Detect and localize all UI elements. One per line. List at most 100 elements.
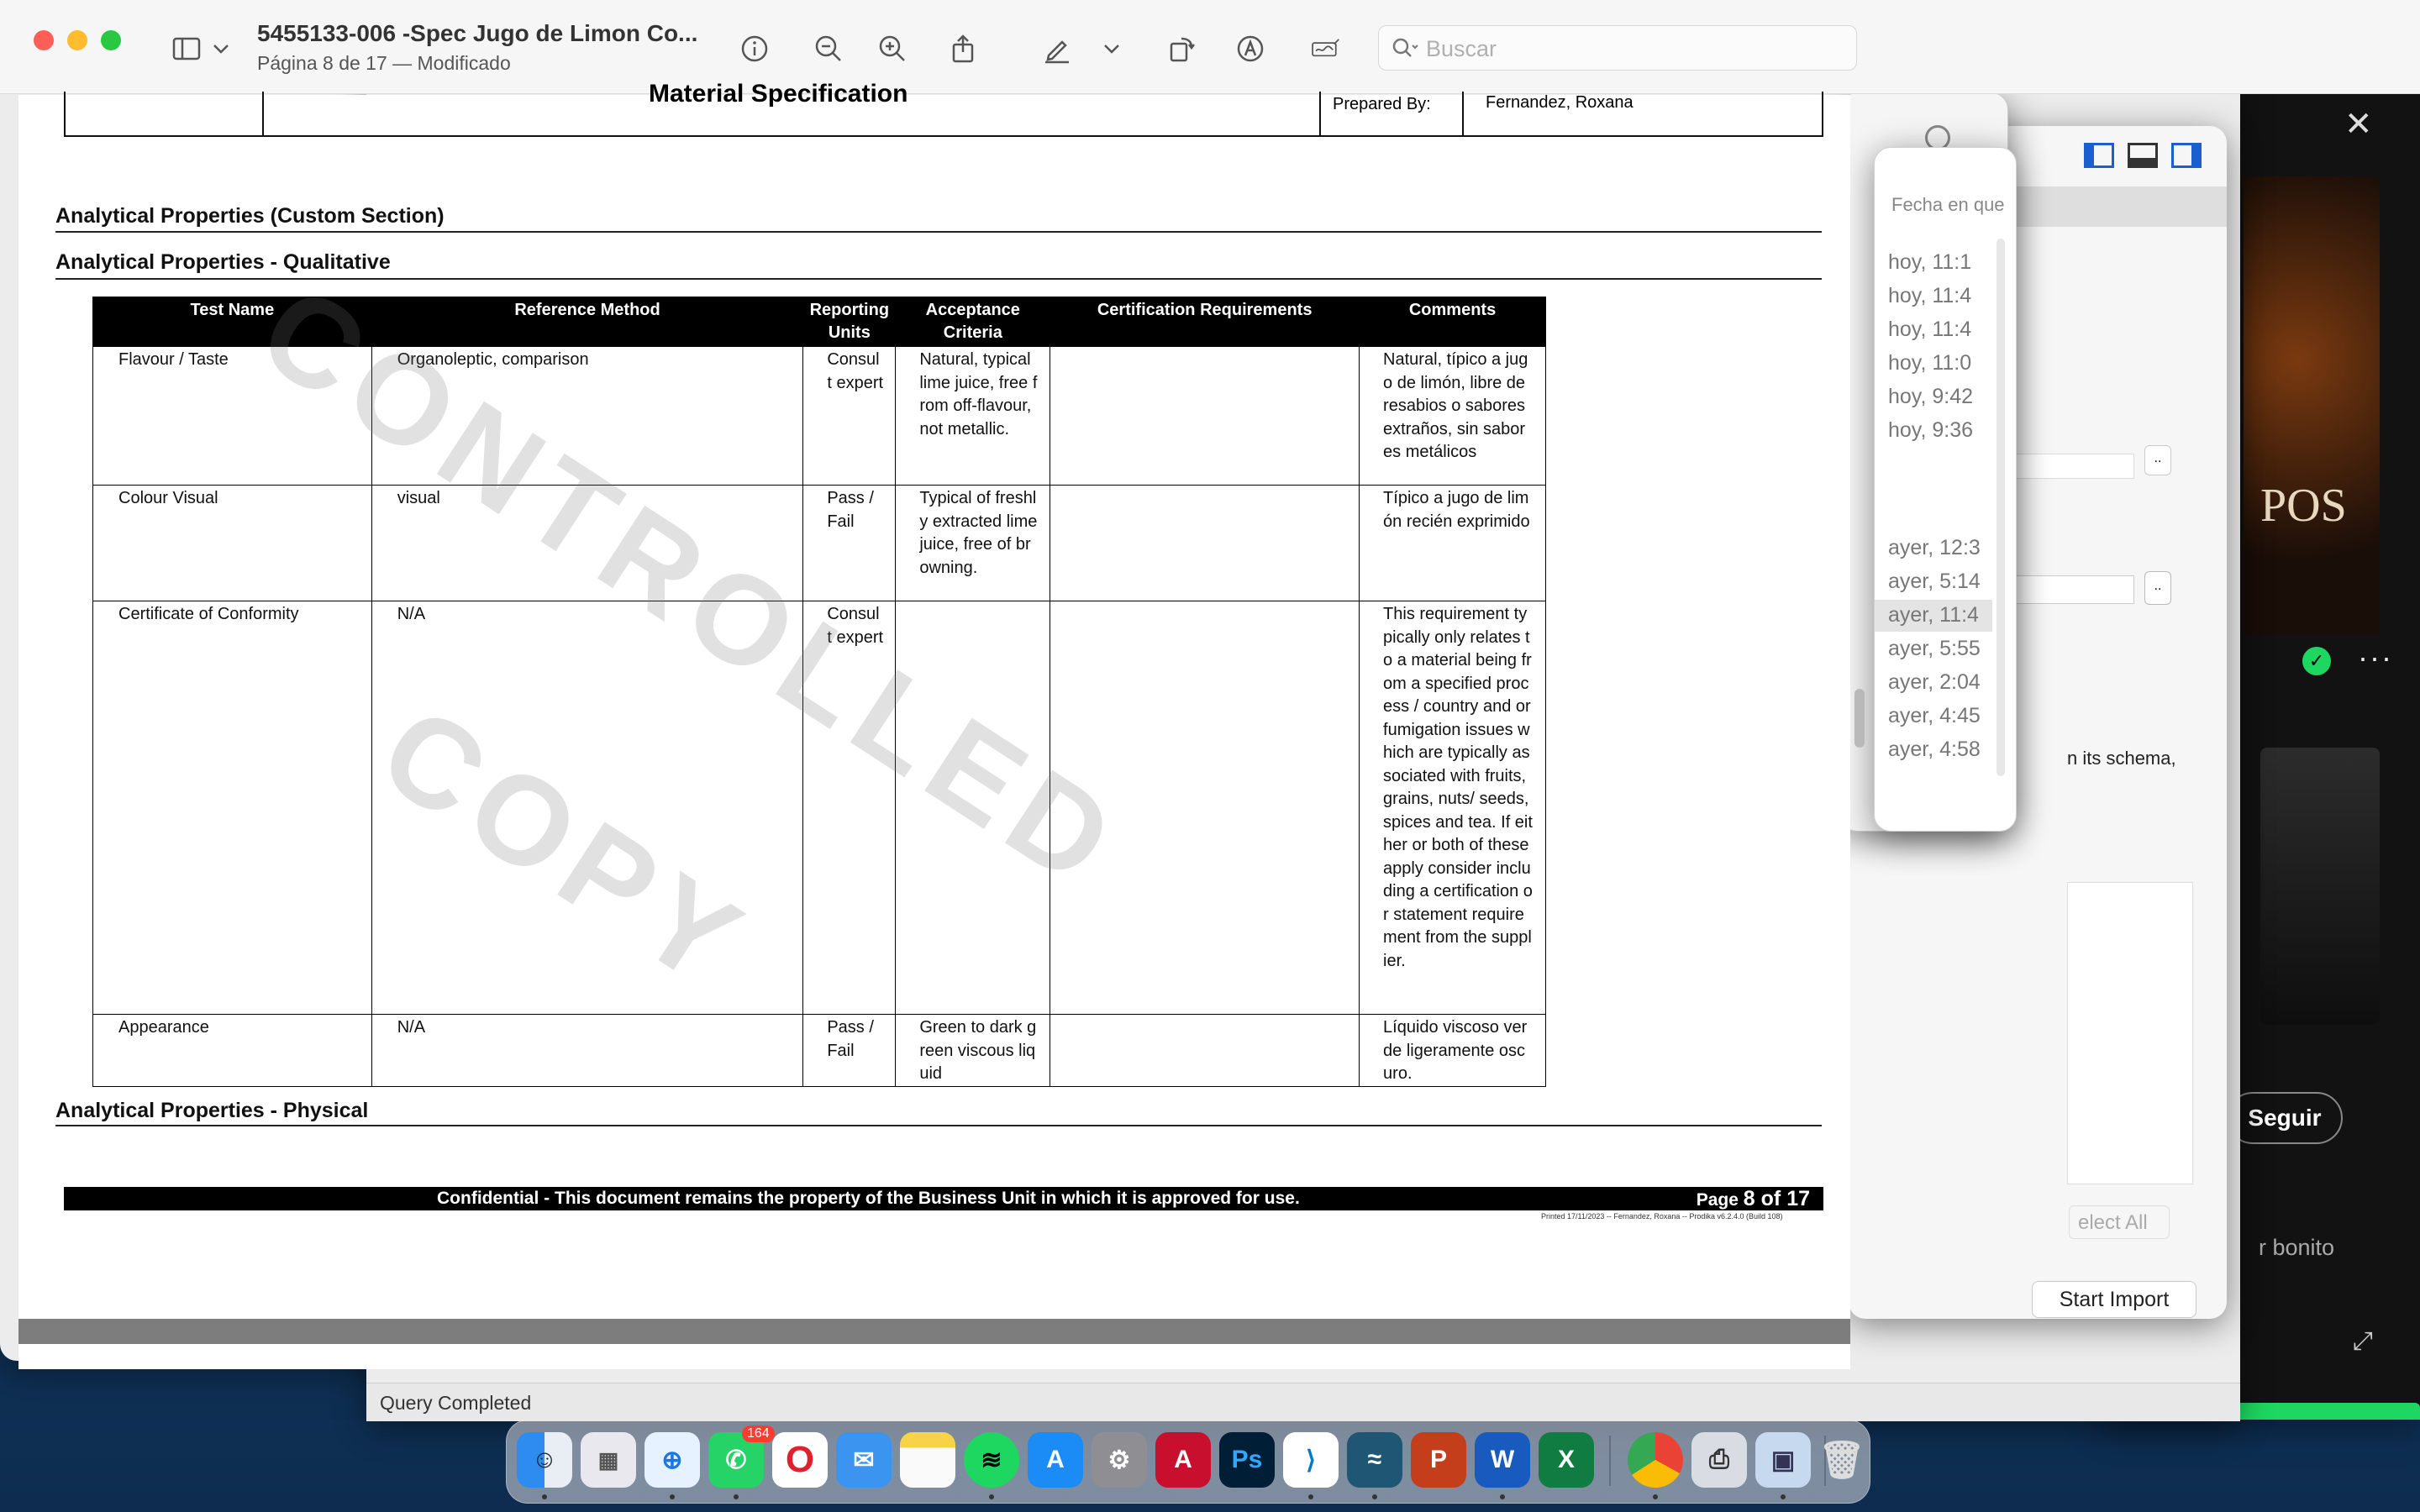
history-item[interactable]: hoy, 11:4 <box>1875 314 1992 346</box>
prepared-by-value: Fernandez, Roxana <box>1486 93 1634 112</box>
preview-app-icon[interactable]: ▣ <box>1755 1432 1811 1488</box>
col-comments: Comments <box>1359 297 1546 347</box>
cell-test: Certificate of Conformity <box>92 601 372 1015</box>
select-all-button[interactable]: elect All <box>2069 1205 2170 1239</box>
history-scrollbar[interactable] <box>1996 239 2005 776</box>
browse-button-1[interactable]: .. <box>2144 445 2171 475</box>
cell-units: Pass / Fail <box>802 1014 897 1087</box>
autocad-icon[interactable]: A <box>1155 1432 1211 1488</box>
col-certification: Certification Requirements <box>1050 297 1360 347</box>
zoom-button[interactable] <box>101 30 121 50</box>
app-store-icon[interactable]: A <box>1028 1432 1083 1488</box>
history-item[interactable]: ayer, 5:14 <box>1875 566 1992 598</box>
running-indicator <box>1653 1494 1658 1499</box>
info-icon[interactable] <box>738 32 771 66</box>
word-icon[interactable]: W <box>1475 1432 1530 1488</box>
history-item[interactable]: ayer, 2:04 <box>1875 667 1992 699</box>
col-acceptance-criteria: Acceptance Criteria <box>895 297 1051 347</box>
search-input[interactable] <box>1426 33 1846 65</box>
header-div-3 <box>1462 92 1464 135</box>
history-item[interactable]: ayer, 11:4 <box>1875 600 1992 632</box>
zoom-in-icon[interactable] <box>876 32 909 66</box>
cell-comments: Típico a jugo de limón recién exprimido <box>1359 485 1546 601</box>
chrome-icon[interactable] <box>1628 1432 1683 1488</box>
signature-icon[interactable] <box>1304 32 1348 66</box>
history-item[interactable]: hoy, 9:42 <box>1875 381 1992 413</box>
date-filter-field[interactable]: Fecha en que <box>1891 194 2005 216</box>
more-options-icon[interactable]: ··· <box>2358 640 2393 675</box>
close-button[interactable] <box>34 30 54 50</box>
schema-list[interactable] <box>2067 882 2193 1184</box>
annotate-icon[interactable] <box>1234 32 1267 66</box>
expand-icon[interactable]: ⤢ <box>2353 1327 2373 1356</box>
running-indicator <box>734 1494 739 1499</box>
close-icon[interactable]: ✕ <box>2344 105 2373 144</box>
footer-page-prefix: Page <box>1696 1190 1739 1210</box>
device-bar[interactable]: one <box>2210 1403 2420 1420</box>
history-item[interactable]: ayer, 12:3 <box>1875 533 1992 564</box>
powerpoint-icon[interactable]: P <box>1411 1432 1466 1488</box>
path-field-1[interactable] <box>2000 454 2134 479</box>
footer-page-num: 8 of 17 <box>1743 1187 1810 1210</box>
page-footer: Confidential - This document remains the… <box>64 1187 1823 1210</box>
finder-icon[interactable]: ☺ <box>517 1432 572 1488</box>
history-item[interactable]: hoy, 11:4 <box>1875 281 1992 312</box>
launchpad-icon[interactable]: ▦ <box>581 1432 636 1488</box>
minimize-button[interactable] <box>67 30 87 50</box>
status-text: Query Completed <box>380 1392 532 1414</box>
spotify-icon[interactable]: ≋ <box>964 1432 1019 1488</box>
album-art: POS <box>2244 176 2380 634</box>
status-bar: Query Completed <box>366 1383 2240 1421</box>
trash-icon[interactable]: 🗑 <box>1814 1432 1870 1488</box>
sidebar-icon[interactable] <box>170 32 203 66</box>
history-item[interactable]: ayer, 4:58 <box>1875 734 1992 766</box>
vertical-scrollbar[interactable] <box>1854 689 1865 748</box>
prepared-by-label: Prepared By: <box>1333 95 1431 113</box>
col-reporting-units: Reporting Units <box>802 297 897 347</box>
start-import-button[interactable]: Start Import <box>2032 1281 2196 1318</box>
dock: ☺ ▦ ⊕ ✆ 164 O ✉ ≋ A ⚙ A Ps ⟩ ≈ P W X ⎙ ▣… <box>506 1420 1870 1504</box>
photoshop-icon[interactable]: Ps <box>1219 1432 1275 1488</box>
dock-divider <box>1609 1436 1611 1486</box>
panel-layout-icons[interactable] <box>2084 143 2202 171</box>
document-subtitle: Página 8 de 17 — Modificado <box>257 52 511 74</box>
section-qualitative: Analytical Properties - Qualitative <box>55 250 391 274</box>
schema-text: n its schema, <box>2067 748 2176 769</box>
notes-icon[interactable] <box>900 1432 955 1488</box>
opera-icon[interactable]: O <box>772 1432 828 1488</box>
vscode-icon[interactable]: ⟩ <box>1283 1432 1339 1488</box>
table-row: Appearance N/A Pass / Fail Green to dark… <box>92 1014 1546 1087</box>
markup-pen-icon[interactable] <box>1040 32 1074 66</box>
safari-icon[interactable]: ⊕ <box>644 1432 700 1488</box>
verified-icon: ✓ <box>2302 647 2331 675</box>
history-item[interactable]: hoy, 11:0 <box>1875 348 1992 380</box>
share-icon[interactable] <box>946 32 980 66</box>
history-item[interactable]: ayer, 4:45 <box>1875 701 1992 732</box>
rotate-icon[interactable] <box>1165 32 1198 66</box>
bottom-panel-icon[interactable] <box>2128 143 2158 168</box>
cell-criteria: Green to dark green viscous liquid <box>895 1014 1051 1087</box>
left-panel-icon[interactable] <box>2084 143 2114 168</box>
path-field-2[interactable] <box>2000 575 2134 604</box>
zoom-out-icon[interactable] <box>812 32 845 66</box>
right-panel-icon[interactable] <box>2171 143 2202 168</box>
excel-icon[interactable]: X <box>1539 1432 1594 1488</box>
whatsapp-badge: 164 <box>742 1425 775 1442</box>
album-text: POS <box>2260 480 2347 532</box>
section-rule <box>55 231 1822 233</box>
mysql-workbench-icon[interactable]: ≈ <box>1347 1432 1402 1488</box>
printer-icon[interactable]: ⎙ <box>1691 1432 1747 1488</box>
search-field[interactable] <box>1378 25 1857 71</box>
header-div-2 <box>1319 92 1321 135</box>
follow-button[interactable]: Seguir <box>2227 1092 2343 1144</box>
history-item[interactable]: hoy, 9:36 <box>1875 415 1992 447</box>
cell-test: Appearance <box>92 1014 372 1087</box>
browse-button-2[interactable]: .. <box>2144 571 2171 605</box>
cell-method: N/A <box>371 1014 804 1087</box>
markup-chevron-icon[interactable] <box>1101 32 1123 66</box>
history-item[interactable]: hoy, 11:1 <box>1875 247 1992 279</box>
history-item[interactable]: ayer, 5:55 <box>1875 633 1992 665</box>
system-settings-icon[interactable]: ⚙ <box>1092 1432 1147 1488</box>
mail-icon[interactable]: ✉ <box>836 1432 892 1488</box>
chevron-down-icon[interactable] <box>210 32 232 66</box>
